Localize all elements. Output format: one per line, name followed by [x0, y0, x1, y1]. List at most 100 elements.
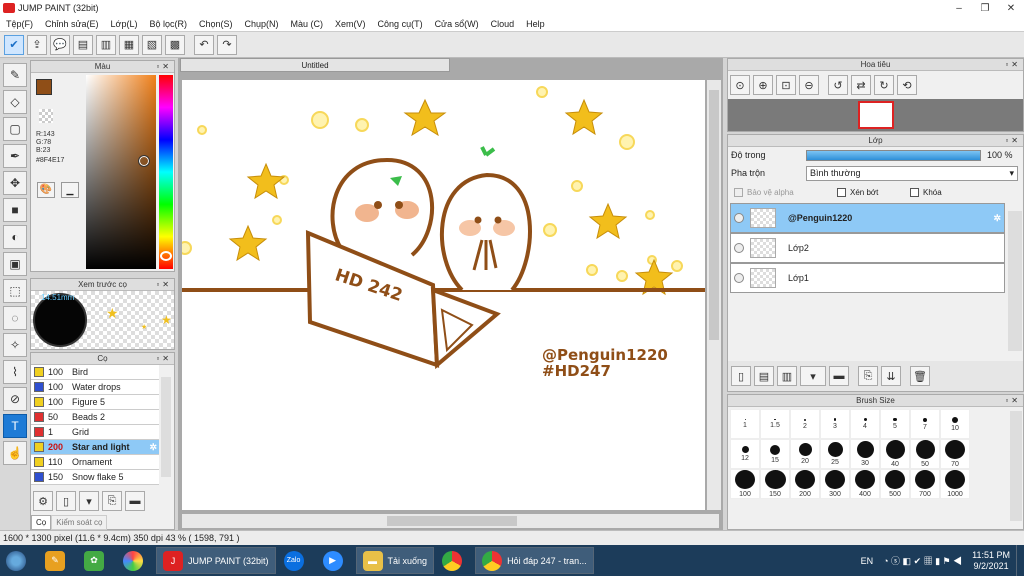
brush-tool-icon[interactable]: ✎ [3, 63, 27, 87]
brush-size-scrollbar[interactable] [1010, 411, 1022, 521]
navigator-thumbnail[interactable] [858, 101, 894, 129]
menu-color[interactable]: Màu (C) [285, 19, 330, 29]
brush-size-option[interactable]: 5 [880, 409, 910, 439]
menu-edit[interactable]: Chỉnh sửa(E) [39, 19, 105, 29]
brush-size-option[interactable]: 100 [730, 469, 760, 499]
color-picker-handle[interactable] [138, 155, 150, 167]
brush-size-option[interactable]: 12 [730, 439, 760, 469]
visibility-icon[interactable] [734, 243, 744, 253]
brush-size-option[interactable]: 50 [910, 439, 940, 469]
list-item[interactable]: 1 Grid [31, 425, 159, 440]
visibility-icon[interactable] [734, 273, 744, 283]
taskbar-downloads[interactable]: ▬ Tải xuống [355, 547, 435, 574]
eyedropper-icon[interactable]: ⌇ [3, 360, 27, 384]
new-brush-icon[interactable]: ▯ [56, 491, 76, 511]
canvas-vertical-scrollbar[interactable] [707, 80, 721, 510]
redo-icon[interactable]: ↷ [217, 34, 237, 55]
brush-size-option[interactable]: 500 [880, 469, 910, 499]
eraser-tool-icon[interactable]: ◇ [3, 90, 27, 114]
drawing-canvas[interactable]: HD 242 @Penguin1220 #HD247 [178, 80, 705, 510]
checkmark-icon[interactable]: ✔ [4, 34, 24, 55]
folder-icon[interactable]: ▬ [125, 491, 145, 511]
tray-icons[interactable]: ◔ ⓢ ◧ ✔ ▦ ▮ ⚑ ◀ [883, 554, 962, 567]
brush-size-option[interactable]: 1.5 [760, 409, 790, 439]
reset-view-icon[interactable]: ⟲ [897, 75, 917, 95]
page-icon[interactable]: ▥ [96, 34, 116, 55]
panel-buttons-icon[interactable]: ▫✕ [156, 279, 172, 291]
zoom-in-icon[interactable]: ⊕ [753, 75, 773, 95]
opacity-slider[interactable] [806, 149, 981, 161]
brush-size-option[interactable]: 200 [790, 469, 820, 499]
language-indicator[interactable]: EN [861, 556, 874, 566]
menu-capture[interactable]: Chụp(N) [239, 19, 285, 29]
hue-slider[interactable] [159, 75, 173, 269]
taskbar-zalo[interactable]: Zalo [278, 547, 315, 574]
list-item[interactable]: 100 Water drops [31, 380, 159, 395]
close-icon[interactable]: ✕ [998, 0, 1024, 16]
menu-file[interactable]: Tệp(F) [0, 19, 39, 29]
list-item[interactable]: 100 Bird [31, 365, 159, 380]
document-icon[interactable]: ▦ [119, 34, 139, 55]
speech-bubble-icon[interactable]: 💬 [50, 34, 70, 55]
brush-size-option[interactable]: 700 [910, 469, 940, 499]
brush-size-option[interactable]: 1 [730, 409, 760, 439]
layer-item[interactable]: Lớp2 [730, 233, 1005, 263]
rectangle-select-icon[interactable]: ▢ [3, 117, 27, 141]
taskbar-green-app[interactable]: ✿ [78, 547, 115, 574]
text-tool-icon[interactable]: T [3, 414, 27, 438]
maximize-icon[interactable]: ❐ [972, 0, 998, 16]
hand-tool-icon[interactable]: ☝ [3, 441, 27, 465]
tab-brush-control[interactable]: Kiểm soát cọ [51, 515, 108, 530]
brush-size-option[interactable]: 70 [940, 439, 970, 469]
menu-filter[interactable]: Bộ lọc(R) [143, 19, 193, 29]
protect-alpha-checkbox[interactable] [734, 187, 743, 197]
zoom-out-icon[interactable]: ⊖ [799, 75, 819, 95]
gear-icon[interactable]: ✲ [149, 442, 157, 453]
undo-icon[interactable]: ↶ [194, 34, 214, 55]
trash-icon[interactable]: 🗑 [910, 366, 930, 386]
grid-layout-icon[interactable]: ▩ [165, 34, 185, 55]
tab-document[interactable]: Untitled [180, 58, 450, 72]
brush-size-option[interactable]: 400 [850, 469, 880, 499]
actual-size-icon[interactable]: ⊡ [776, 75, 796, 95]
select-pen-icon[interactable]: ⊘ [3, 387, 27, 411]
gear-icon[interactable]: ✲ [993, 213, 1001, 224]
new-raster-layer-icon[interactable]: ▥ [777, 366, 797, 386]
tab-brush[interactable]: Cọ [31, 515, 52, 530]
clock[interactable]: 11:51 PM 9/2/2021 [972, 550, 1010, 572]
magic-wand-icon[interactable]: ✧ [3, 333, 27, 357]
brush-size-option[interactable]: 4 [850, 409, 880, 439]
minimize-icon[interactable]: – [946, 0, 972, 16]
marquee-icon[interactable]: ⬚ [3, 279, 27, 303]
taskbar-paint[interactable]: ✎ [39, 547, 76, 574]
list-item[interactable]: 110 Ornament [31, 455, 159, 470]
panel-buttons-icon[interactable]: ▫✕ [1005, 135, 1021, 147]
brush-size-option[interactable]: 20 [790, 439, 820, 469]
list-item[interactable]: 50 Beads 2 [31, 410, 159, 425]
brush-size-option[interactable]: 3 [820, 409, 850, 439]
comment-icon[interactable]: ▤ [73, 34, 93, 55]
palette-icon[interactable]: 🎨 [37, 182, 55, 198]
brush-size-option[interactable]: 150 [760, 469, 790, 499]
lock-checkbox[interactable] [910, 187, 919, 197]
panel-buttons-icon[interactable]: ▫✕ [1005, 59, 1021, 71]
brush-size-option[interactable]: 7 [910, 409, 940, 439]
taskbar-chrome[interactable] [436, 547, 473, 574]
brush-size-option[interactable]: 25 [820, 439, 850, 469]
lasso-icon[interactable]: ◌ [3, 306, 27, 330]
menu-cloud[interactable]: Cloud [485, 19, 521, 29]
canvas-horizontal-scrollbar[interactable] [182, 514, 719, 528]
list-item[interactable]: 200 Star and light ✲ [31, 440, 159, 455]
duplicate-layer-icon[interactable]: ⎘ [858, 366, 878, 386]
gradient-icon[interactable]: ▣ [3, 252, 27, 276]
taskbar-chrome-window[interactable]: Hỏi đáp 247 - tran... [475, 547, 594, 574]
panel-buttons-icon[interactable]: ▫✕ [156, 61, 172, 73]
rotate-left-icon[interactable]: ↺ [828, 75, 848, 95]
menu-help[interactable]: Help [520, 19, 551, 29]
layer-item[interactable]: Lớp1 [730, 263, 1005, 293]
main-color-swatch[interactable] [36, 79, 52, 95]
layer-item[interactable]: @Penguin1220 ✲ [730, 203, 1005, 233]
show-desktop-button[interactable] [1016, 545, 1024, 576]
taskbar-jump-paint[interactable]: J JUMP PAINT (32bit) [156, 547, 276, 574]
layer-scrollbar[interactable] [1008, 211, 1022, 351]
